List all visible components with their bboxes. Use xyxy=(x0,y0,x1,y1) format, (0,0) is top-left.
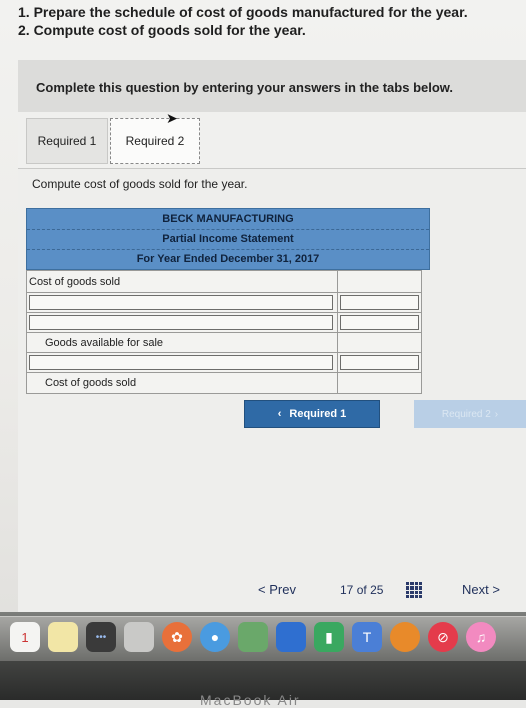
instruction-banner: Complete this question by entering your … xyxy=(18,60,526,112)
chevron-left-icon: ‹ xyxy=(277,408,282,420)
facetime-icon[interactable] xyxy=(238,622,268,652)
calendar-icon[interactable]: 1 xyxy=(10,622,40,652)
question-prompt: Compute cost of goods sold for the year. xyxy=(32,177,248,191)
keynote-icon[interactable] xyxy=(276,622,306,652)
value-cell xyxy=(337,293,421,312)
value-cell xyxy=(337,353,421,372)
label-input[interactable] xyxy=(29,355,333,370)
pages-icon[interactable]: T xyxy=(352,622,382,652)
ibooks-icon[interactable] xyxy=(390,622,420,652)
amount-input[interactable] xyxy=(340,355,419,370)
row-label: Cost of goods sold xyxy=(29,275,121,288)
page-indicator: 17 of 25 xyxy=(340,583,383,597)
page-total: 25 xyxy=(370,583,384,597)
next-tab-label: Required 2 xyxy=(441,408,491,420)
prev-tab-button[interactable]: ‹ Required 1 xyxy=(244,400,380,428)
prev-tab-label: Required 1 xyxy=(289,408,347,420)
table-row: Goods available for sale xyxy=(27,333,421,353)
messages-icon[interactable]: ● xyxy=(200,622,230,652)
company-name: BECK MANUFACTURING xyxy=(27,209,429,230)
page-current: 17 xyxy=(340,583,354,597)
table-row xyxy=(27,313,421,333)
music-icon[interactable]: ♫ xyxy=(466,622,496,652)
preview-icon[interactable] xyxy=(124,622,154,652)
label-input[interactable] xyxy=(29,295,333,310)
tab-required-2[interactable]: Required 2 xyxy=(110,118,200,164)
photos-icon[interactable]: ✿ xyxy=(162,622,192,652)
device-label: MacBook Air xyxy=(200,692,301,708)
next-label: Next xyxy=(462,582,489,597)
mouse-cursor-icon: ➤ xyxy=(166,110,178,126)
next-tab-button[interactable]: Required 2 › xyxy=(414,400,526,428)
next-question-button[interactable]: Next > xyxy=(462,582,500,597)
instruction-2: 2. Compute cost of goods sold for the ye… xyxy=(18,22,306,38)
instruction-1: 1. Prepare the schedule of cost of goods… xyxy=(18,4,468,20)
row-label: Cost of goods sold xyxy=(45,377,137,389)
notes-icon[interactable] xyxy=(48,622,78,652)
value-cell xyxy=(337,271,421,292)
value-cell xyxy=(337,313,421,332)
grid-icon[interactable] xyxy=(406,582,422,598)
value-cell xyxy=(337,333,421,352)
value-cell xyxy=(337,373,421,393)
tab-required-1[interactable]: Required 1 xyxy=(26,118,108,164)
statement-header: BECK MANUFACTURING Partial Income Statem… xyxy=(26,208,430,270)
numbers-icon[interactable]: ▮ xyxy=(314,622,344,652)
row-label: Goods available for sale xyxy=(45,336,164,349)
table-row xyxy=(27,293,421,313)
page-of: of xyxy=(356,583,367,597)
statement-period: For Year Ended December 31, 2017 xyxy=(136,253,320,265)
prev-label: Prev xyxy=(269,582,296,597)
table-row xyxy=(27,353,421,373)
mac-dock: 1 ••• ✿ ● ▮ T ⊘ ♫ MacBook Air xyxy=(0,612,526,708)
prev-question-button[interactable]: < Prev xyxy=(258,582,296,597)
table-row: Cost of goods sold xyxy=(27,271,421,293)
amount-input[interactable] xyxy=(340,315,419,330)
chevron-right-icon: > xyxy=(492,582,500,597)
chevron-right-icon: › xyxy=(494,408,499,420)
reminders-icon[interactable]: ••• xyxy=(86,622,116,652)
cogs-table: Cost of goods sold Goods available for s… xyxy=(26,270,422,394)
amount-input[interactable] xyxy=(340,295,419,310)
label-input[interactable] xyxy=(29,315,333,330)
table-row: Cost of goods sold xyxy=(27,373,421,393)
banner-text: Complete this question by entering your … xyxy=(36,80,454,95)
statement-title: Partial Income Statement xyxy=(27,229,429,250)
itunes-icon[interactable]: ⊘ xyxy=(428,622,458,652)
question-navigation: < Prev 17 of 25 Next > xyxy=(0,576,526,606)
chevron-left-icon: < xyxy=(258,582,266,597)
